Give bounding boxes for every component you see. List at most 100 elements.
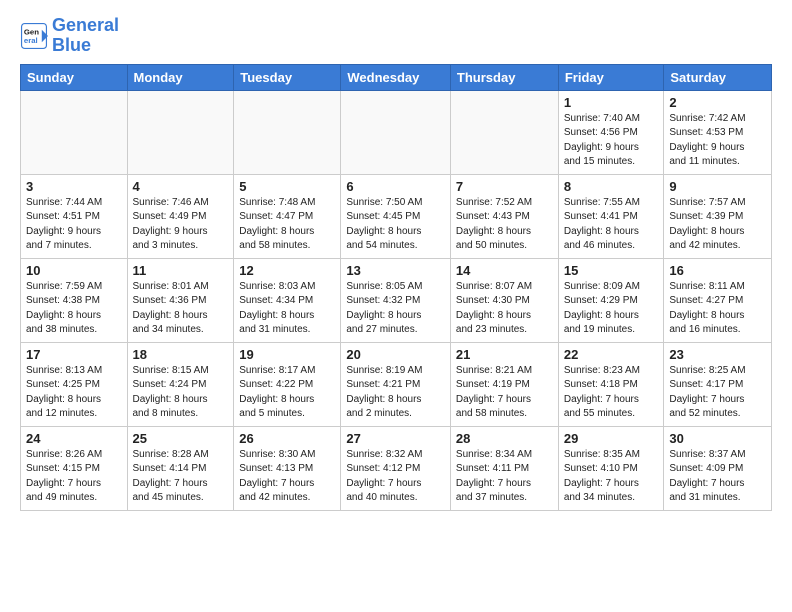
day-number: 13	[346, 263, 445, 278]
day-info: Sunrise: 8:21 AM Sunset: 4:19 PM Dayligh…	[456, 364, 553, 422]
day-cell: 7 Sunrise: 7:52 AM Sunset: 4:43 PM Daylig…	[450, 174, 558, 258]
day-cell: 3 Sunrise: 7:44 AM Sunset: 4:51 PM Daylig…	[21, 174, 128, 258]
logo: Gen eral General Blue	[20, 16, 119, 56]
day-number: 1	[564, 95, 659, 110]
day-number: 28	[456, 431, 553, 446]
day-cell: 19Sunrise: 8:17 AM Sunset: 4:22 PM Dayli…	[234, 342, 341, 426]
day-info: Sunrise: 8:28 AM Sunset: 4:14 PM Dayligh…	[133, 448, 229, 506]
day-cell: 2 Sunrise: 7:42 AM Sunset: 4:53 PM Daylig…	[664, 90, 772, 174]
day-info: Sunrise: 8:23 AM Sunset: 4:18 PM Dayligh…	[564, 364, 659, 422]
weekday-header-tuesday: Tuesday	[234, 64, 341, 90]
day-info: Sunrise: 8:26 AM Sunset: 4:15 PM Dayligh…	[26, 448, 122, 506]
week-row-2: 3 Sunrise: 7:44 AM Sunset: 4:51 PM Daylig…	[21, 174, 772, 258]
day-cell: 15 Sunrise: 8:09 AM Sunset: 4:29 PM Dayli…	[558, 258, 664, 342]
day-number: 22	[564, 347, 659, 362]
day-cell: 16Sunrise: 8:11 AM Sunset: 4:27 PM Dayli…	[664, 258, 772, 342]
day-number: 6	[346, 179, 445, 194]
day-info: Sunrise: 7:46 AM Sunset: 4:49 PM Dayligh…	[133, 196, 229, 254]
day-cell: 24 Sunrise: 8:26 AM Sunset: 4:15 PM Dayli…	[21, 426, 128, 510]
day-info: Sunrise: 7:50 AM Sunset: 4:45 PM Dayligh…	[346, 196, 445, 254]
day-number: 23	[669, 347, 766, 362]
day-cell: 14Sunrise: 8:07 AM Sunset: 4:30 PM Dayli…	[450, 258, 558, 342]
day-cell: 9 Sunrise: 7:57 AM Sunset: 4:39 PM Daylig…	[664, 174, 772, 258]
week-row-4: 17Sunrise: 8:13 AM Sunset: 4:25 PM Dayli…	[21, 342, 772, 426]
day-info: Sunrise: 8:03 AM Sunset: 4:34 PM Dayligh…	[239, 280, 335, 338]
day-number: 2	[669, 95, 766, 110]
day-number: 11	[133, 263, 229, 278]
weekday-header-wednesday: Wednesday	[341, 64, 451, 90]
logo-icon: Gen eral	[20, 22, 48, 50]
header: Gen eral General Blue	[20, 16, 772, 56]
week-row-3: 10Sunrise: 7:59 AM Sunset: 4:38 PM Dayli…	[21, 258, 772, 342]
day-cell: 27Sunrise: 8:32 AM Sunset: 4:12 PM Dayli…	[341, 426, 451, 510]
day-info: Sunrise: 8:15 AM Sunset: 4:24 PM Dayligh…	[133, 364, 229, 422]
day-info: Sunrise: 7:44 AM Sunset: 4:51 PM Dayligh…	[26, 196, 122, 254]
day-number: 16	[669, 263, 766, 278]
day-cell: 21 Sunrise: 8:21 AM Sunset: 4:19 PM Dayli…	[450, 342, 558, 426]
day-number: 18	[133, 347, 229, 362]
day-cell: 26 Sunrise: 8:30 AM Sunset: 4:13 PM Dayli…	[234, 426, 341, 510]
weekday-header-row: SundayMondayTuesdayWednesdayThursdayFrid…	[21, 64, 772, 90]
day-cell: 6 Sunrise: 7:50 AM Sunset: 4:45 PM Daylig…	[341, 174, 451, 258]
day-cell	[450, 90, 558, 174]
day-number: 20	[346, 347, 445, 362]
day-info: Sunrise: 8:17 AM Sunset: 4:22 PM Dayligh…	[239, 364, 335, 422]
day-info: Sunrise: 8:35 AM Sunset: 4:10 PM Dayligh…	[564, 448, 659, 506]
day-info: Sunrise: 7:57 AM Sunset: 4:39 PM Dayligh…	[669, 196, 766, 254]
weekday-header-friday: Friday	[558, 64, 664, 90]
day-cell: 5Sunrise: 7:48 AM Sunset: 4:47 PM Daylig…	[234, 174, 341, 258]
weekday-header-saturday: Saturday	[664, 64, 772, 90]
svg-text:Gen: Gen	[24, 27, 39, 36]
day-number: 3	[26, 179, 122, 194]
day-cell	[341, 90, 451, 174]
day-cell: 20 Sunrise: 8:19 AM Sunset: 4:21 PM Dayli…	[341, 342, 451, 426]
day-number: 25	[133, 431, 229, 446]
day-info: Sunrise: 7:55 AM Sunset: 4:41 PM Dayligh…	[564, 196, 659, 254]
day-number: 29	[564, 431, 659, 446]
day-info: Sunrise: 8:30 AM Sunset: 4:13 PM Dayligh…	[239, 448, 335, 506]
day-number: 9	[669, 179, 766, 194]
day-info: Sunrise: 8:37 AM Sunset: 4:09 PM Dayligh…	[669, 448, 766, 506]
day-number: 21	[456, 347, 553, 362]
day-info: Sunrise: 8:09 AM Sunset: 4:29 PM Dayligh…	[564, 280, 659, 338]
logo-text: General Blue	[52, 16, 119, 56]
day-number: 5	[239, 179, 335, 194]
day-info: Sunrise: 8:32 AM Sunset: 4:12 PM Dayligh…	[346, 448, 445, 506]
svg-text:eral: eral	[24, 36, 38, 45]
day-info: Sunrise: 7:42 AM Sunset: 4:53 PM Dayligh…	[669, 112, 766, 170]
day-cell: 13 Sunrise: 8:05 AM Sunset: 4:32 PM Dayli…	[341, 258, 451, 342]
day-cell: 23 Sunrise: 8:25 AM Sunset: 4:17 PM Dayli…	[664, 342, 772, 426]
day-cell: 4 Sunrise: 7:46 AM Sunset: 4:49 PM Daylig…	[127, 174, 234, 258]
day-cell: 8Sunrise: 7:55 AM Sunset: 4:41 PM Daylig…	[558, 174, 664, 258]
day-cell: 1 Sunrise: 7:40 AM Sunset: 4:56 PM Daylig…	[558, 90, 664, 174]
weekday-header-thursday: Thursday	[450, 64, 558, 90]
day-number: 7	[456, 179, 553, 194]
calendar: SundayMondayTuesdayWednesdayThursdayFrid…	[20, 64, 772, 511]
day-number: 14	[456, 263, 553, 278]
day-number: 4	[133, 179, 229, 194]
day-info: Sunrise: 8:25 AM Sunset: 4:17 PM Dayligh…	[669, 364, 766, 422]
week-row-1: 1 Sunrise: 7:40 AM Sunset: 4:56 PM Daylig…	[21, 90, 772, 174]
day-cell: 25 Sunrise: 8:28 AM Sunset: 4:14 PM Dayli…	[127, 426, 234, 510]
day-cell: 30Sunrise: 8:37 AM Sunset: 4:09 PM Dayli…	[664, 426, 772, 510]
day-number: 10	[26, 263, 122, 278]
day-cell: 17Sunrise: 8:13 AM Sunset: 4:25 PM Dayli…	[21, 342, 128, 426]
day-info: Sunrise: 8:19 AM Sunset: 4:21 PM Dayligh…	[346, 364, 445, 422]
day-info: Sunrise: 8:34 AM Sunset: 4:11 PM Dayligh…	[456, 448, 553, 506]
day-cell: 12Sunrise: 8:03 AM Sunset: 4:34 PM Dayli…	[234, 258, 341, 342]
day-info: Sunrise: 8:01 AM Sunset: 4:36 PM Dayligh…	[133, 280, 229, 338]
weekday-header-sunday: Sunday	[21, 64, 128, 90]
day-info: Sunrise: 7:40 AM Sunset: 4:56 PM Dayligh…	[564, 112, 659, 170]
day-number: 26	[239, 431, 335, 446]
page: Gen eral General Blue SundayMondayTuesda…	[0, 0, 792, 527]
day-info: Sunrise: 7:52 AM Sunset: 4:43 PM Dayligh…	[456, 196, 553, 254]
day-info: Sunrise: 8:05 AM Sunset: 4:32 PM Dayligh…	[346, 280, 445, 338]
day-cell: 11 Sunrise: 8:01 AM Sunset: 4:36 PM Dayli…	[127, 258, 234, 342]
week-row-5: 24 Sunrise: 8:26 AM Sunset: 4:15 PM Dayli…	[21, 426, 772, 510]
day-cell	[127, 90, 234, 174]
day-cell: 18 Sunrise: 8:15 AM Sunset: 4:24 PM Dayli…	[127, 342, 234, 426]
day-cell	[234, 90, 341, 174]
day-number: 15	[564, 263, 659, 278]
day-number: 24	[26, 431, 122, 446]
day-cell: 28 Sunrise: 8:34 AM Sunset: 4:11 PM Dayli…	[450, 426, 558, 510]
